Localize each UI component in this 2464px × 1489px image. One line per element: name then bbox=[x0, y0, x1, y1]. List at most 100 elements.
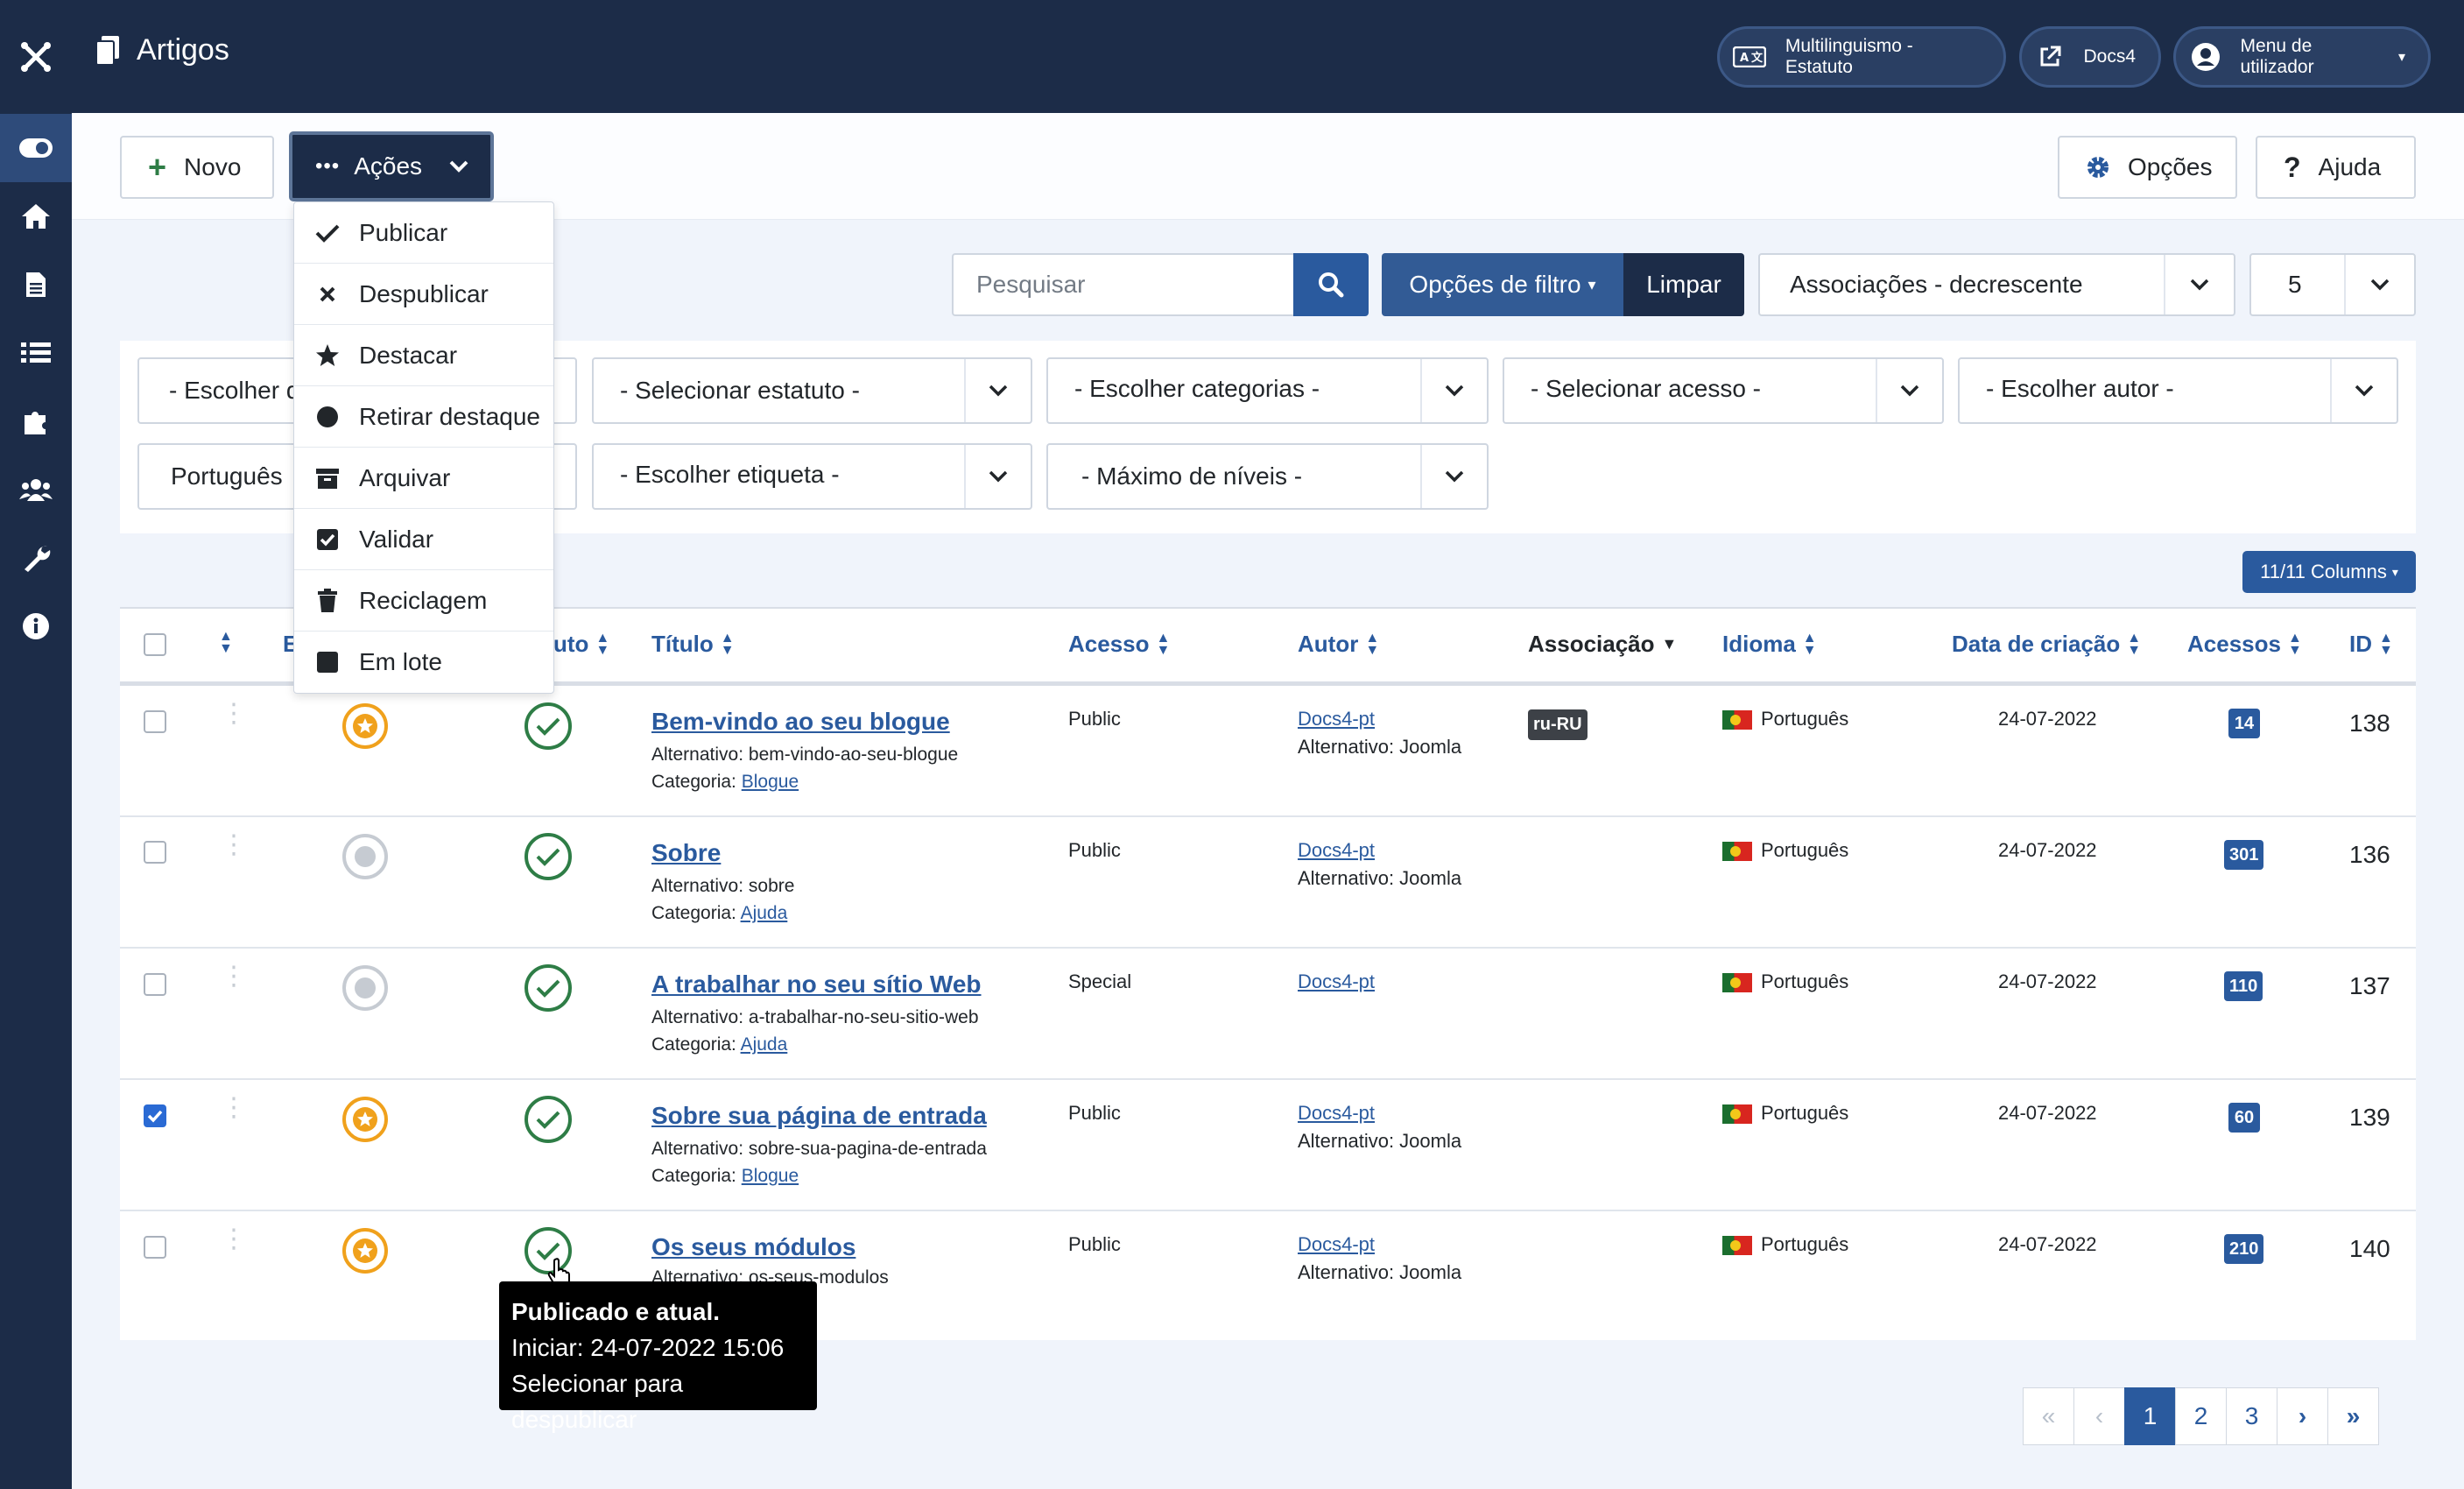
article-icon[interactable] bbox=[0, 251, 72, 319]
options-button[interactable]: Opções bbox=[2058, 136, 2237, 199]
new-button[interactable]: + Novo bbox=[120, 136, 274, 199]
association-badge[interactable]: ru-RU bbox=[1528, 709, 1588, 740]
next-page-icon[interactable]: › bbox=[2277, 1387, 2328, 1445]
toggle-icon[interactable] bbox=[0, 114, 72, 182]
author-link[interactable]: Docs4-pt bbox=[1298, 1102, 1375, 1125]
header-status[interactable]: uto ▲ ▼ bbox=[553, 631, 609, 658]
drag-handle-icon[interactable]: ⋮ bbox=[221, 832, 247, 858]
author-filter-select[interactable]: - Escolher autor - bbox=[1958, 357, 2398, 424]
tag-filter-select[interactable]: - Escolher etiqueta - bbox=[592, 443, 1032, 510]
status-filter-select[interactable]: - Selecionar estatuto - bbox=[592, 357, 1032, 424]
published-status-icon[interactable] bbox=[524, 833, 572, 880]
multilingual-status-button[interactable]: A文 Multilinguismo - Estatuto bbox=[1717, 26, 2006, 88]
ordering-select[interactable]: Associações - decrescente bbox=[1758, 253, 2235, 316]
ordering-sort-icon[interactable]: ▲ ▼ bbox=[219, 630, 233, 656]
first-page-icon[interactable]: « bbox=[2023, 1387, 2074, 1445]
author-link[interactable]: Docs4-pt bbox=[1298, 970, 1375, 993]
header-id[interactable]: ID ▲ ▼ bbox=[2349, 631, 2393, 658]
user-menu-button[interactable]: Menu de utilizador ▾ bbox=[2173, 26, 2431, 88]
article-title-link[interactable]: Os seus módulos bbox=[651, 1233, 855, 1261]
featured-star-icon[interactable] bbox=[342, 1097, 388, 1142]
category-link[interactable]: Blogue bbox=[742, 772, 799, 792]
featured-star-icon[interactable] bbox=[342, 703, 388, 749]
article-category: Categoria: Blogue bbox=[651, 1166, 799, 1186]
header-access[interactable]: Acesso ▲ ▼ bbox=[1068, 631, 1170, 658]
last-page-icon[interactable]: » bbox=[2327, 1387, 2379, 1445]
search-button[interactable] bbox=[1293, 253, 1369, 316]
menu-item-publish[interactable]: Publicar bbox=[294, 202, 553, 264]
published-status-icon[interactable] bbox=[524, 702, 572, 750]
help-button[interactable]: ? Ajuda bbox=[2256, 136, 2416, 199]
featured-star-icon[interactable] bbox=[342, 1228, 388, 1274]
category-link[interactable]: Ajuda bbox=[741, 903, 788, 923]
article-title-link[interactable]: Sobre sua página de entrada bbox=[651, 1102, 987, 1130]
header-association[interactable]: Associação ▼ bbox=[1528, 631, 1677, 658]
unfeatured-circle-icon[interactable] bbox=[342, 834, 388, 879]
article-title-link[interactable]: Sobre bbox=[651, 839, 721, 867]
plus-icon: + bbox=[148, 149, 167, 185]
table-row bbox=[120, 686, 2416, 817]
drag-handle-icon[interactable]: ⋮ bbox=[221, 1226, 247, 1253]
drag-handle-icon[interactable]: ⋮ bbox=[221, 1095, 247, 1121]
language-cell: Português bbox=[1722, 1102, 1848, 1125]
menu-item-archive[interactable]: Arquivar bbox=[294, 448, 553, 509]
clear-button[interactable]: Limpar bbox=[1623, 253, 1744, 316]
actions-button[interactable]: ••• Ações bbox=[289, 131, 494, 201]
joomla-logo-icon[interactable] bbox=[0, 0, 72, 113]
search-input[interactable]: Pesquisar bbox=[952, 253, 1293, 316]
unfeatured-circle-icon[interactable] bbox=[342, 965, 388, 1011]
access-level: Public bbox=[1068, 708, 1121, 730]
filter-options-button[interactable]: Opções de filtro ▾ bbox=[1382, 253, 1623, 316]
category-link[interactable]: Ajuda bbox=[741, 1034, 788, 1055]
header-language[interactable]: Idioma ▲ ▼ bbox=[1722, 631, 1817, 658]
published-status-icon[interactable] bbox=[524, 1096, 572, 1143]
row-checkbox-checked[interactable] bbox=[144, 1104, 166, 1127]
author-link[interactable]: Docs4-pt bbox=[1298, 1233, 1375, 1256]
levels-filter-select[interactable]: - Máximo de níveis - bbox=[1046, 443, 1489, 510]
menu-item-feature[interactable]: Destacar bbox=[294, 325, 553, 386]
author-link[interactable]: Docs4-pt bbox=[1298, 839, 1375, 862]
wrench-icon[interactable] bbox=[0, 524, 72, 592]
author-link[interactable]: Docs4-pt bbox=[1298, 708, 1375, 730]
select-all-checkbox[interactable] bbox=[144, 633, 166, 656]
site-link-button[interactable]: Docs4 bbox=[2019, 26, 2161, 88]
info-icon[interactable] bbox=[0, 592, 72, 660]
access-filter-select[interactable]: - Selecionar acesso - bbox=[1503, 357, 1944, 424]
header-date[interactable]: Data de criação ▲ ▼ bbox=[1952, 631, 2141, 658]
published-status-icon[interactable] bbox=[524, 964, 572, 1012]
home-icon[interactable] bbox=[0, 182, 72, 251]
users-icon[interactable] bbox=[0, 455, 72, 524]
hits-badge: 14 bbox=[2228, 709, 2260, 738]
row-checkbox[interactable] bbox=[144, 710, 166, 733]
prev-page-icon[interactable]: ‹ bbox=[2073, 1387, 2125, 1445]
article-title-link[interactable]: Bem-vindo ao seu blogue bbox=[651, 708, 950, 736]
row-checkbox[interactable] bbox=[144, 841, 166, 864]
portugal-flag-icon bbox=[1722, 973, 1752, 993]
row-checkbox[interactable] bbox=[144, 1236, 166, 1259]
menu-item-check-in[interactable]: Validar bbox=[294, 509, 553, 570]
menu-item-unpublish[interactable]: Despublicar bbox=[294, 264, 553, 325]
header-hits[interactable]: Acessos ▲ ▼ bbox=[2187, 631, 2302, 658]
puzzle-icon[interactable] bbox=[0, 387, 72, 455]
row-checkbox[interactable] bbox=[144, 973, 166, 996]
page-title-text: Artigos bbox=[137, 33, 229, 67]
page-2[interactable]: 2 bbox=[2175, 1387, 2227, 1445]
menu-item-unfeature[interactable]: Retirar destaque bbox=[294, 386, 553, 448]
drag-handle-icon[interactable]: ⋮ bbox=[221, 963, 247, 990]
menu-item-trash[interactable]: Reciclagem bbox=[294, 570, 553, 632]
drag-handle-icon[interactable]: ⋮ bbox=[221, 701, 247, 727]
limit-select[interactable]: 5 bbox=[2249, 253, 2416, 316]
article-title-link[interactable]: A trabalhar no seu sítio Web bbox=[651, 970, 982, 999]
article-id: 136 bbox=[2349, 841, 2390, 868]
articles-icon bbox=[95, 35, 121, 66]
category-filter-select[interactable]: - Escolher categorias - bbox=[1046, 357, 1489, 424]
page-3[interactable]: 3 bbox=[2226, 1387, 2277, 1445]
user-icon bbox=[2186, 37, 2225, 77]
menu-item-batch[interactable]: Em lote bbox=[294, 632, 553, 693]
header-author[interactable]: Autor ▲ ▼ bbox=[1298, 631, 1379, 658]
list-icon[interactable] bbox=[0, 319, 72, 387]
columns-toggle-button[interactable]: 11/11 Columns ▾ bbox=[2242, 551, 2416, 593]
page-1[interactable]: 1 bbox=[2124, 1387, 2176, 1445]
header-title[interactable]: Título ▲ ▼ bbox=[651, 631, 735, 658]
category-link[interactable]: Blogue bbox=[742, 1166, 799, 1186]
